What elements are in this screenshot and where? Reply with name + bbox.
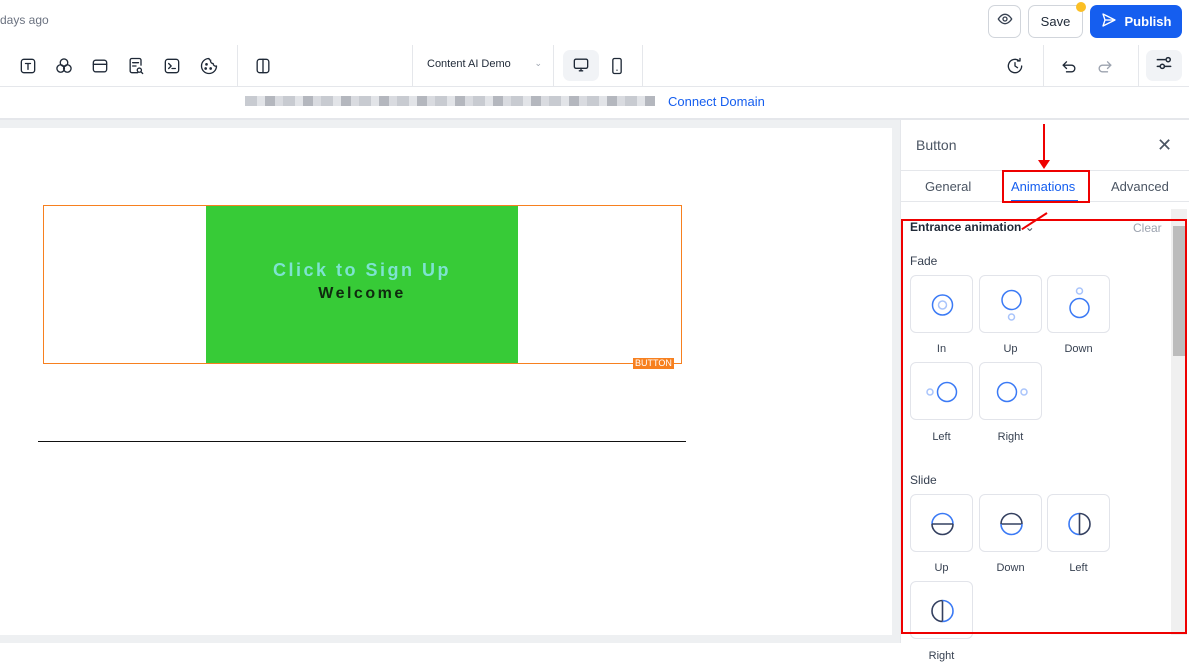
preview-button[interactable] [988,5,1021,38]
signup-button[interactable]: Click to Sign Up Welcome [206,206,518,363]
section-icon[interactable] [90,56,110,76]
close-icon[interactable]: ✕ [1157,135,1172,156]
toolbar-divider [237,45,238,86]
save-label: Save [1040,14,1071,29]
tab-advanced[interactable]: Advanced [1111,179,1169,194]
toolbar-divider [1043,45,1044,86]
toolbar-divider [553,45,554,86]
tab-general[interactable]: General [925,179,971,194]
publish-label: Publish [1124,14,1172,29]
form-search-icon[interactable] [126,56,146,76]
shapes-icon[interactable] [54,56,74,76]
mobile-icon[interactable] [607,56,627,76]
code-icon[interactable] [162,56,182,76]
text-element-icon[interactable] [18,56,38,76]
sliders-icon [1154,53,1174,78]
eye-icon [997,11,1013,32]
slide-right-label: Right [928,650,955,662]
columns-icon[interactable] [253,56,273,76]
button-subtitle: Welcome [318,285,406,302]
blurred-url [245,96,655,106]
save-button[interactable]: Save [1028,5,1083,38]
annotation-arrow [1043,124,1045,162]
last-saved-text: days ago [0,13,49,27]
site-select[interactable]: Content AI Demo ⌄ [427,58,542,70]
undo-icon[interactable] [1059,56,1079,76]
annotation-box-tab [1002,170,1090,203]
toolbar-divider [412,45,413,86]
send-icon [1101,12,1117,31]
publish-button[interactable]: Publish [1090,5,1182,38]
toolbar-bottom-border [0,86,1189,87]
cookie-icon[interactable] [199,56,219,76]
redo-icon[interactable] [1095,56,1115,76]
panel-title: Button [916,137,957,153]
button-title: Click to Sign Up [272,260,451,280]
element-tag: BUTTON [633,358,674,369]
unsaved-indicator [1076,2,1086,12]
settings-panel-button[interactable] [1146,50,1182,81]
site-select-value: Content AI Demo [427,58,511,70]
annotation-arrowhead [1038,160,1050,169]
history-icon[interactable] [1005,56,1025,76]
chevron-down-icon: ⌄ [534,58,542,68]
divider-line [38,441,686,442]
annotation-box-content [901,219,1187,634]
toolbar-divider [642,45,643,86]
desktop-icon[interactable] [571,55,591,75]
toolbar-divider [1138,45,1139,86]
connect-domain-link[interactable]: Connect Domain [668,94,765,109]
